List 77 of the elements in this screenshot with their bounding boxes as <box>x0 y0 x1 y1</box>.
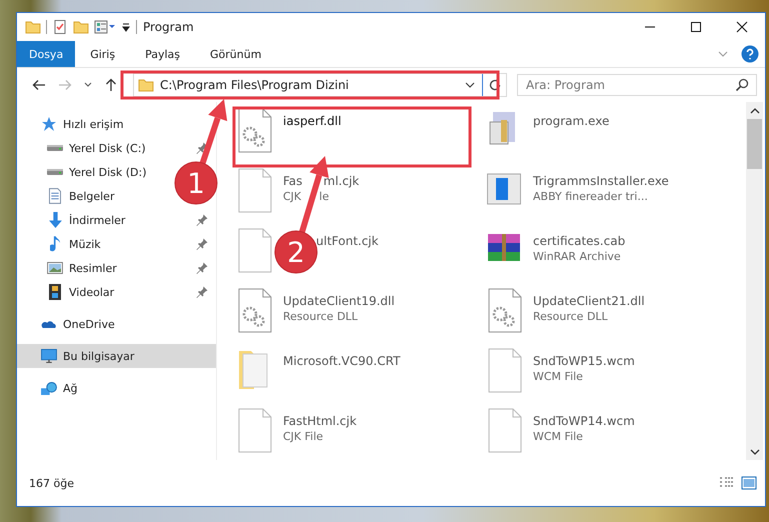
faded-file-name: UpdateClient21.dll <box>533 294 645 308</box>
step-number-badge: 1 <box>174 162 218 204</box>
search-field[interactable]: Ara: Program <box>517 74 757 96</box>
faded-file-name: TrigrammsInstaller.exe <box>533 174 669 188</box>
navigation-item[interactable]: Belgeler <box>69 190 114 202</box>
file-name: iasperf.dll <box>283 114 342 128</box>
search-icon[interactable] <box>735 78 749 92</box>
navigation-item[interactable]: Hızlı erişim <box>63 118 124 130</box>
refresh-icon <box>488 78 502 92</box>
file-type: Resource DLL <box>283 310 358 323</box>
faded-file-name: UpdateClient19.dll <box>283 294 395 308</box>
gear-document-icon <box>237 288 273 334</box>
blank-document-icon <box>237 408 273 454</box>
blank-document-icon <box>487 348 523 394</box>
address-path: C:\Program Files\Program Dizini <box>160 78 350 92</box>
item-count: 167 öğe <box>29 476 75 490</box>
file-type: Resource DLL <box>533 310 608 323</box>
checklist-icon[interactable] <box>52 19 68 35</box>
navigation-item[interactable]: İndirmeler <box>69 214 126 226</box>
folder-icon <box>25 19 41 35</box>
faded-file-name: Microsoft.VC90.CRT <box>283 354 400 368</box>
faded-file-name: Fas <box>283 174 302 188</box>
gear-document-icon <box>487 288 523 334</box>
faded-file-name: certificates.cab <box>533 234 626 248</box>
ribbon-tab[interactable]: Paylaş <box>130 41 195 67</box>
downloads-icon <box>48 212 62 228</box>
navigation-item[interactable]: Bu bilgisayar <box>63 350 134 362</box>
properties-icon[interactable] <box>94 19 116 35</box>
blank-document-icon <box>237 228 273 274</box>
faded-file-name: ml.cjk <box>323 174 360 188</box>
faded-file-name: ultFont.cjk <box>316 234 378 248</box>
faded-file-name: program.exe <box>533 114 610 128</box>
blank-document-icon <box>237 168 273 214</box>
navigation-item[interactable]: Yerel Disk (D:) <box>69 166 147 178</box>
ribbon-tab[interactable]: Görünüm <box>195 41 276 67</box>
drive-icon <box>47 145 63 151</box>
address-bar[interactable]: C:\Program Files\Program Dizini <box>133 73 507 97</box>
window-title: Program <box>143 20 195 34</box>
file-type: le <box>319 190 329 203</box>
close-icon <box>736 21 748 33</box>
scroll-down-icon[interactable] <box>750 446 760 456</box>
file-type: ABBY finereader tri... <box>533 190 648 203</box>
faded-file-name: SndToWP15.wcm <box>533 354 635 368</box>
folder-icon <box>138 77 154 93</box>
faded-file-name: SndToWP14.wcm <box>533 414 635 428</box>
computer-icon <box>41 349 57 363</box>
navigation-item[interactable]: Yerel Disk (C:) <box>69 142 146 154</box>
star-icon <box>41 116 57 132</box>
blank-document-icon <box>487 408 523 454</box>
ribbon-tab[interactable]: Giriş <box>75 41 130 67</box>
scroll-up-icon[interactable] <box>750 106 760 116</box>
network-icon <box>41 382 57 394</box>
documents-icon <box>49 188 61 204</box>
file-type: WCM File <box>533 370 583 383</box>
scrollbar[interactable] <box>746 102 763 460</box>
navigation-item[interactable]: Videolar <box>69 286 114 298</box>
scrollbar-thumb[interactable] <box>747 119 762 169</box>
cloud-icon <box>41 320 57 328</box>
large-icons-view-icon[interactable] <box>741 476 757 490</box>
file-type: CJK File <box>283 430 324 443</box>
help-icon[interactable] <box>741 45 759 63</box>
navigation-item[interactable]: Resimler <box>69 262 117 274</box>
file-type: WCM File <box>533 430 583 443</box>
music-icon <box>50 236 60 252</box>
file-type: CJK <box>283 190 302 203</box>
gear-document-icon <box>237 108 273 154</box>
pictures-icon <box>47 262 63 274</box>
videos-icon <box>49 284 61 300</box>
file-type: WinRAR Archive <box>533 250 621 263</box>
navigation-item[interactable]: Müzik <box>69 238 101 250</box>
maximize-icon <box>690 21 702 33</box>
navigation-item[interactable]: Ağ <box>63 382 78 394</box>
ribbon-tab[interactable]: Dosya <box>17 41 76 67</box>
faded-file-name: FastHtml.cjk <box>283 414 357 428</box>
drive-icon <box>47 169 63 175</box>
navigation-item[interactable]: OneDrive <box>63 318 115 330</box>
step-number-badge: 2 <box>274 230 318 274</box>
